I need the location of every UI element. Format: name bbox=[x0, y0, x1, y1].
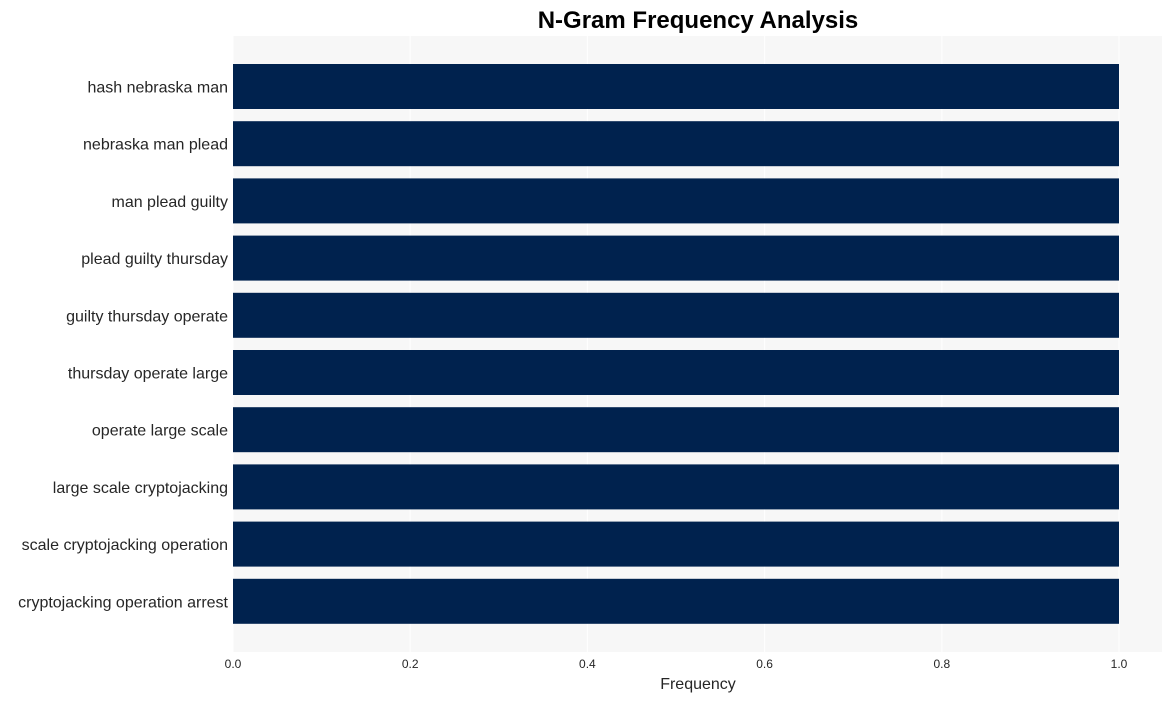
bar bbox=[233, 578, 1119, 624]
x-tick-label: 1.0 bbox=[1111, 657, 1128, 671]
y-tick-label: operate large scale bbox=[92, 423, 228, 440]
y-tick-label: hash nebraska man bbox=[87, 80, 228, 97]
bar bbox=[233, 464, 1119, 510]
y-tick-label: guilty thursday operate bbox=[66, 308, 228, 325]
chart-title: N-Gram Frequency Analysis bbox=[538, 7, 859, 34]
bar bbox=[233, 407, 1119, 453]
bar bbox=[233, 350, 1119, 395]
x-tick-label: 0.2 bbox=[402, 657, 419, 671]
y-tick-label: cryptojacking operation arrest bbox=[18, 594, 228, 611]
x-tick-label: 0.6 bbox=[756, 657, 773, 671]
bar bbox=[233, 521, 1119, 567]
y-tick-label: thursday operate large bbox=[68, 366, 228, 383]
x-axis-label: Frequency bbox=[660, 676, 736, 693]
y-tick-label: plead guilty thursday bbox=[81, 251, 228, 268]
x-tick-label: 0.0 bbox=[225, 657, 242, 671]
ngram-chart: hash nebraska man nebraska man plead man p… bbox=[18, 7, 1162, 693]
y-tick-label: nebraska man plead bbox=[83, 137, 228, 154]
y-tick-label: scale cryptojacking operation bbox=[22, 537, 228, 554]
x-tick-label: 0.4 bbox=[579, 657, 596, 671]
x-tick-label: 0.8 bbox=[933, 657, 950, 671]
y-tick-labels: hash nebraska man nebraska man plead man p… bbox=[18, 80, 228, 612]
x-tick-labels: 0.0 0.2 0.4 0.6 0.8 1.0 bbox=[225, 657, 1128, 671]
bar bbox=[233, 64, 1119, 109]
bar bbox=[233, 178, 1119, 224]
y-tick-label: man plead guilty bbox=[111, 194, 228, 211]
y-tick-label: large scale cryptojacking bbox=[53, 480, 228, 497]
bar bbox=[233, 121, 1119, 167]
bar bbox=[233, 292, 1119, 338]
bar bbox=[233, 235, 1119, 281]
